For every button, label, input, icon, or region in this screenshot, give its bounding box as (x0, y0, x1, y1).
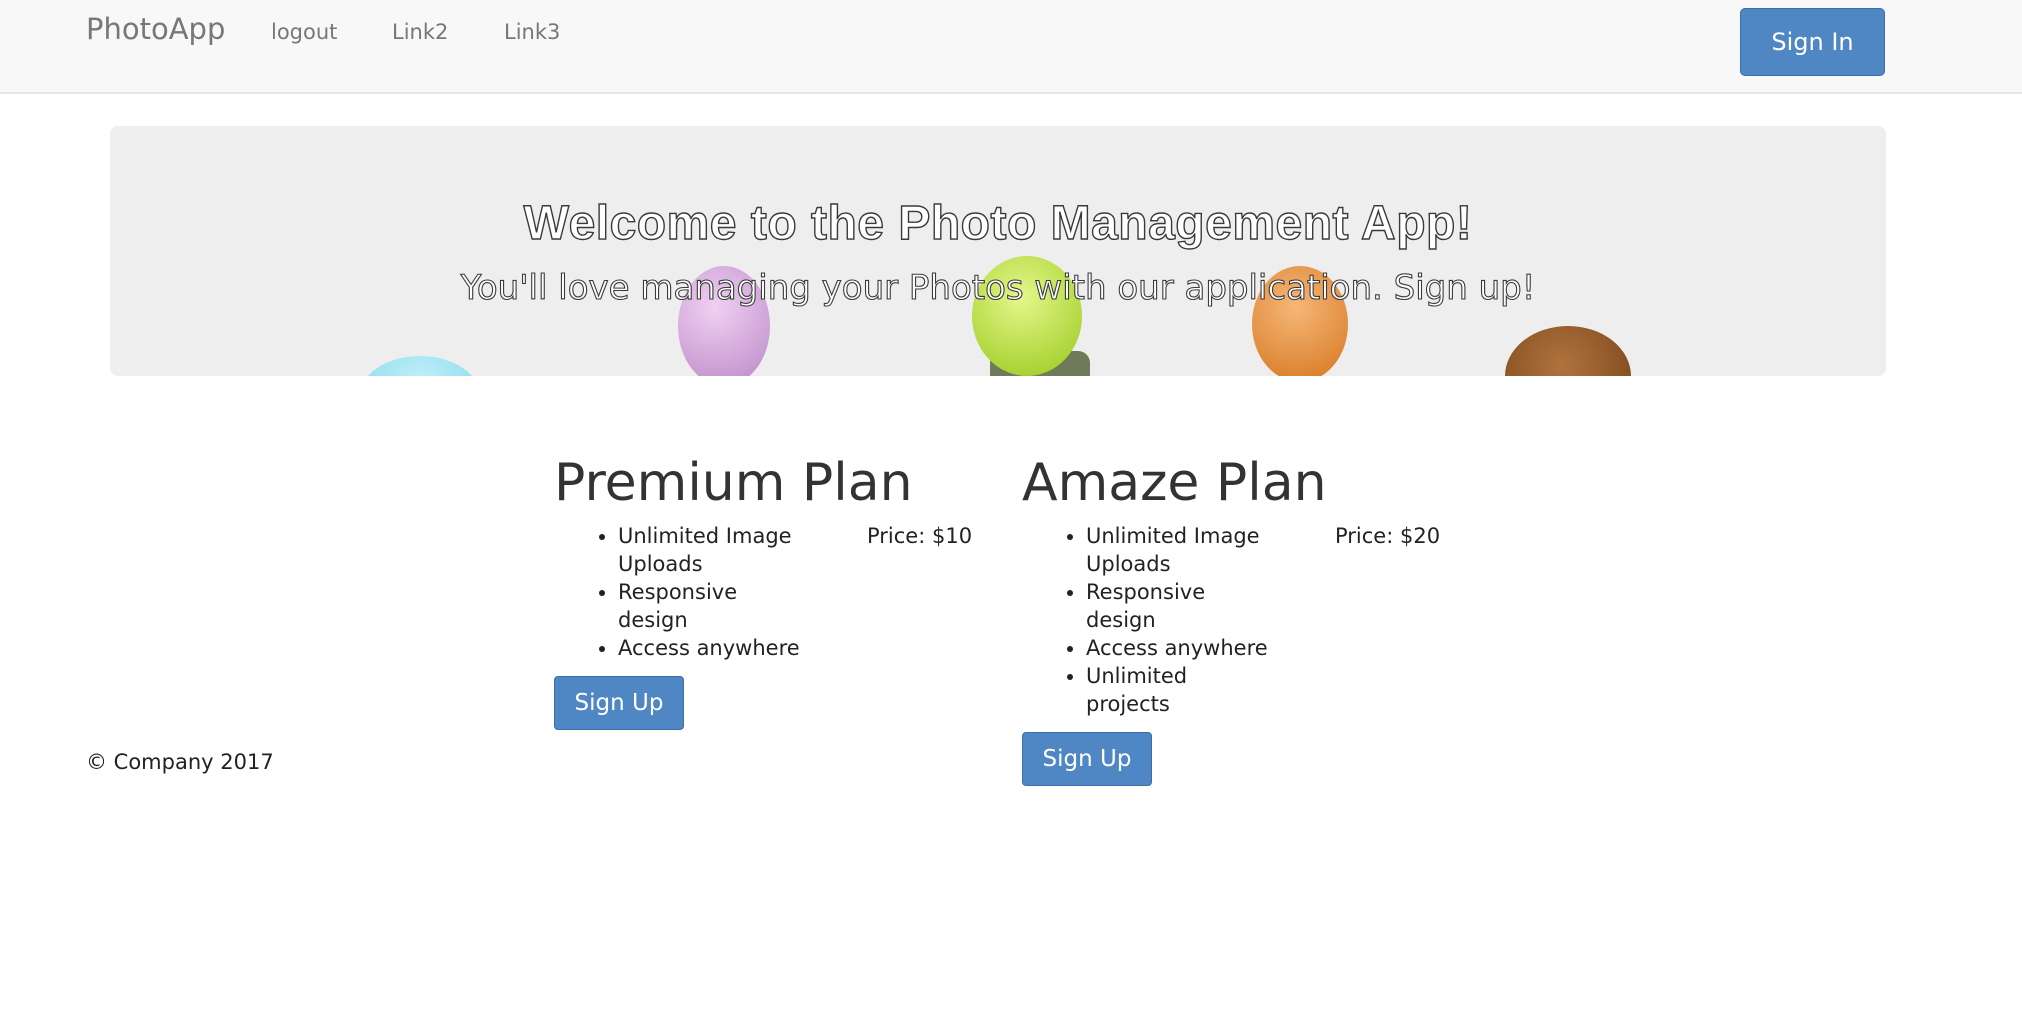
sign-up-button-premium[interactable]: Sign Up (554, 676, 684, 730)
plan-title: Amaze Plan (1022, 453, 1327, 513)
plan-card-amaze: Amaze Plan Unlimited Image Uploads Respo… (1022, 448, 1462, 786)
plan-price: Price: $20 (1335, 524, 1441, 548)
nav-link-link3[interactable]: Link3 (504, 20, 560, 44)
plan-feature: Access anywhere (1086, 634, 1272, 662)
plan-feature: Unlimited projects (1086, 662, 1272, 718)
hero-banner: Welcome to the Photo Management App! You… (110, 126, 1886, 376)
plan-feature: Responsive design (1086, 578, 1272, 634)
plan-feature: Unlimited Image Uploads (618, 522, 804, 578)
hero-subtitle: You'll love managing your Photos with ou… (460, 267, 1536, 308)
plan-card-premium: Premium Plan Unlimited Image Uploads Res… (554, 448, 994, 730)
nav-link-link2[interactable]: Link2 (392, 20, 448, 44)
plan-feature: Responsive design (618, 578, 804, 634)
nav-link-logout[interactable]: logout (271, 20, 337, 44)
hero-figure-brown (1505, 326, 1631, 376)
brand-link[interactable]: PhotoApp (86, 12, 225, 46)
footer-copyright: © Company 2017 (86, 750, 274, 774)
hero-figure-blue (360, 356, 480, 376)
plan-feature: Unlimited Image Uploads (1086, 522, 1272, 578)
sign-in-button[interactable]: Sign In (1740, 8, 1885, 76)
hero-title: Welcome to the Photo Management App! (523, 196, 1473, 250)
sign-up-button-amaze[interactable]: Sign Up (1022, 732, 1152, 786)
plan-title: Premium Plan (554, 453, 913, 513)
plan-price: Price: $10 (867, 524, 973, 548)
navbar: PhotoApp logout Link2 Link3 Sign In (0, 0, 2022, 94)
plan-feature-list: Unlimited Image Uploads Responsive desig… (554, 522, 804, 662)
plan-feature-list: Unlimited Image Uploads Responsive desig… (1022, 522, 1272, 718)
plan-body: Unlimited Image Uploads Responsive desig… (554, 522, 994, 662)
plan-body: Unlimited Image Uploads Responsive desig… (1022, 522, 1462, 718)
plan-feature: Access anywhere (618, 634, 804, 662)
